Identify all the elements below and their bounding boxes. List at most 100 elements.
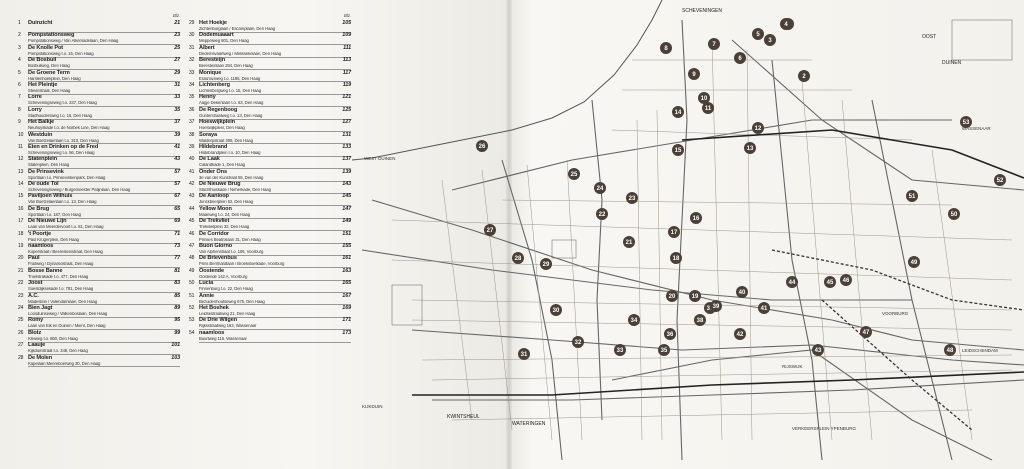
- location-marker[interactable]: 38: [694, 314, 706, 326]
- index-number: 20: [18, 255, 24, 262]
- index-entry: 45 De Trekvliet Trekvlietplein 32, Den Haa…: [189, 218, 351, 232]
- page-number: 37: [174, 119, 180, 126]
- page-number: 139: [342, 168, 351, 175]
- location-marker[interactable]: 14: [672, 106, 684, 118]
- index-list-left: 1 Duinzicht 21 2 Pompstationsweg Pompstations…: [18, 20, 180, 368]
- location-marker[interactable]: 31: [518, 348, 530, 360]
- location-marker[interactable]: 28: [512, 252, 524, 264]
- location-marker[interactable]: 50: [948, 208, 960, 220]
- location-marker[interactable]: 47: [860, 326, 872, 338]
- location-marker[interactable]: 24: [594, 182, 606, 194]
- marker-number: 13: [747, 146, 754, 152]
- location-name: De oude Tol: [28, 181, 59, 188]
- location-address: Calandkade 1, Den Haag: [199, 163, 246, 168]
- page-number: 81: [174, 267, 180, 274]
- location-marker[interactable]: 9: [688, 68, 700, 80]
- index-number: 35: [189, 94, 195, 101]
- location-marker[interactable]: 52: [994, 174, 1006, 186]
- location-marker[interactable]: 26: [476, 140, 488, 152]
- index-number: 22: [18, 280, 24, 287]
- location-marker[interactable]: 27: [484, 224, 496, 236]
- page-number: 133: [342, 143, 351, 150]
- location-marker[interactable]: 6: [734, 52, 746, 64]
- location-marker[interactable]: 12: [752, 122, 764, 134]
- location-marker[interactable]: 32: [572, 336, 584, 348]
- location-marker[interactable]: 25: [568, 168, 580, 180]
- location-name: Paul: [28, 255, 40, 262]
- page-number: 57: [174, 181, 180, 188]
- location-marker[interactable]: 35: [658, 344, 670, 356]
- location-marker[interactable]: 44: [786, 276, 798, 288]
- page-number: 163: [342, 267, 351, 274]
- location-marker[interactable]: 22: [596, 208, 608, 220]
- location-marker[interactable]: 39: [710, 300, 722, 312]
- location-marker[interactable]: 15: [672, 144, 684, 156]
- location-name: Lichtenberg: [199, 81, 230, 88]
- index-number: 50: [189, 280, 195, 287]
- location-address: Zichtenburglaan / Escamplaan, Den Haag: [199, 27, 275, 31]
- index-number: 43: [189, 193, 195, 200]
- index-list-right: 29 Het Hoekje Zichtenburglaan / Escamplaan…: [189, 20, 351, 344]
- location-marker[interactable]: 16: [690, 212, 702, 224]
- index-number: 46: [189, 230, 195, 237]
- location-marker[interactable]: 30: [550, 304, 562, 316]
- place-label: SCHEVENINGEN: [682, 8, 722, 14]
- index-entry: 15 Paviljoen Wilhuis Van Boetzelaerlaan t.…: [18, 194, 180, 207]
- city-map[interactable]: SCHEVENINGEN OOST DUINEN WEST DUINEN WAT…: [352, 0, 1024, 469]
- location-marker[interactable]: 36: [664, 328, 676, 340]
- location-marker[interactable]: 41: [758, 302, 770, 314]
- location-name: De Trekvliet: [199, 218, 230, 225]
- place-label: WEST DUINEN: [364, 156, 395, 161]
- location-address: Pompstationsweg / Van Alkemadelaan, Den …: [28, 39, 119, 44]
- location-address: Kapelaan Meereboerweg 30, Den Haag: [28, 361, 101, 366]
- location-marker[interactable]: 29: [540, 258, 552, 270]
- index-entry: 21 Bosse Banne Troelstrakade t.o. 477, Den…: [18, 267, 180, 282]
- index-number: 8: [18, 106, 21, 113]
- location-marker[interactable]: 3: [764, 34, 776, 46]
- marker-number: 51: [909, 194, 916, 200]
- location-marker[interactable]: 40: [736, 286, 748, 298]
- location-marker[interactable]: 51: [906, 190, 918, 202]
- location-marker[interactable]: 5: [752, 28, 764, 40]
- marker-number: 42: [737, 332, 744, 338]
- location-marker[interactable]: 18: [670, 252, 682, 264]
- page-number: 103: [171, 354, 180, 361]
- location-marker[interactable]: 53: [960, 116, 972, 128]
- location-name: De Groene Term: [28, 69, 70, 76]
- location-address: Van Alphenstraat t.o. 106, Voorburg: [199, 250, 264, 255]
- location-address: Pompstationsweg t.o. 15, Den Haag: [28, 51, 94, 56]
- location-marker[interactable]: 34: [628, 314, 640, 326]
- park-area: [551, 239, 577, 259]
- index-number: 27: [18, 342, 24, 349]
- marker-number: 11: [705, 106, 712, 112]
- location-marker[interactable]: 23: [626, 192, 638, 204]
- page-number: 31: [174, 81, 180, 88]
- location-marker[interactable]: 7: [708, 38, 720, 50]
- location-address: Scheveningseweg t.o. 237, Den Haag: [28, 101, 97, 106]
- index-entry: 2 Pompstationsweg Pompstationsweg / Van Al…: [18, 32, 180, 46]
- page-number: 131: [342, 131, 351, 138]
- location-name: Albert: [199, 44, 215, 51]
- index-entry: 37 Hoeswijkplein Hoeswijkplein, Den Haag 12…: [189, 119, 351, 133]
- location-marker[interactable]: 8: [660, 42, 672, 54]
- location-marker[interactable]: 19: [689, 290, 701, 302]
- location-marker[interactable]: 21: [623, 236, 635, 248]
- index-number: 52: [189, 304, 195, 311]
- location-marker[interactable]: 11: [702, 102, 714, 114]
- location-marker[interactable]: 20: [666, 290, 678, 302]
- location-marker[interactable]: 48: [944, 344, 956, 356]
- location-marker[interactable]: 43: [812, 344, 824, 356]
- location-marker[interactable]: 49: [908, 256, 920, 268]
- location-marker[interactable]: 17: [668, 226, 680, 238]
- location-marker[interactable]: 33: [614, 344, 626, 356]
- index-number: 3: [18, 44, 21, 51]
- location-address: Fruitweg / Dynamostraat, Den Haag: [28, 262, 94, 267]
- location-marker[interactable]: 4: [780, 18, 792, 30]
- location-marker[interactable]: 42: [734, 328, 746, 340]
- marker-number: 14: [675, 110, 682, 116]
- location-marker[interactable]: 13: [744, 142, 756, 154]
- location-marker[interactable]: 2: [798, 70, 810, 82]
- location-marker[interactable]: 45: [824, 276, 836, 288]
- location-marker[interactable]: 46: [840, 274, 852, 286]
- marker-number: 39: [713, 304, 720, 310]
